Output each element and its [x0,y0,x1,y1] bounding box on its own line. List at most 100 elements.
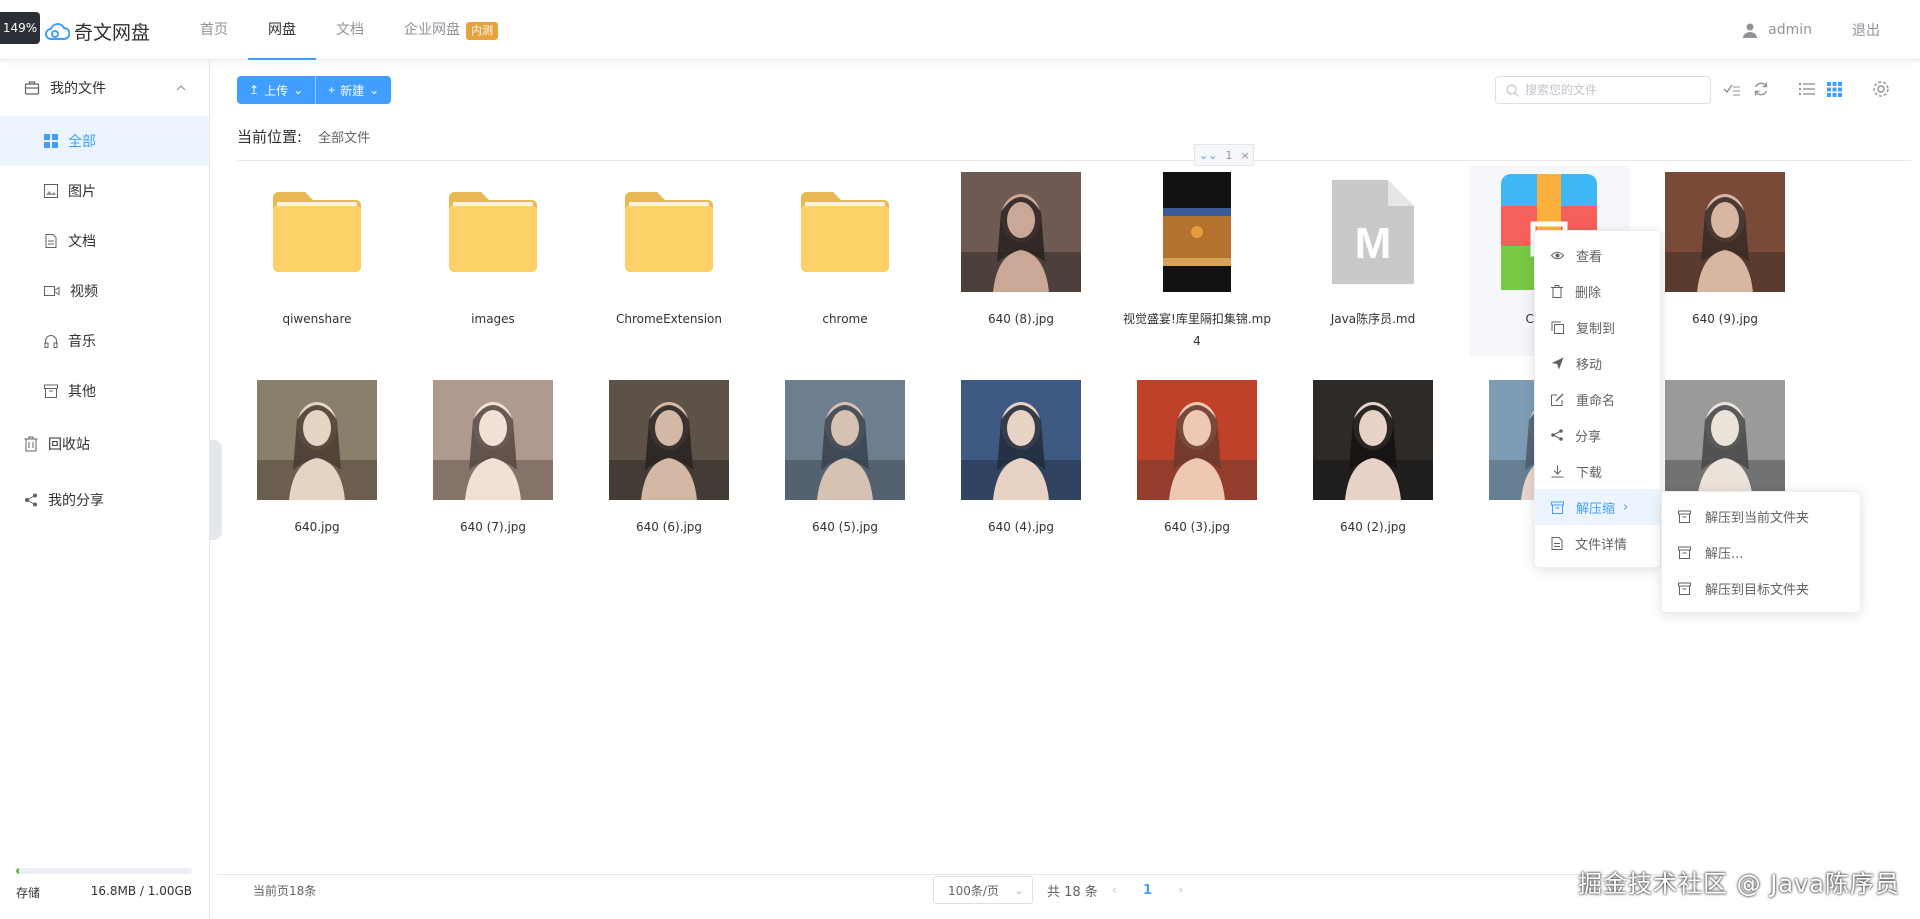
context-menu-item[interactable]: 查看 [1535,237,1660,273]
nav-enterprise-label: 企业网盘 [404,22,460,38]
file-item[interactable]: 640 (8).jpg [941,166,1101,356]
file-item[interactable]: 640 (2).jpg [1293,374,1453,564]
context-menu-label: 复制到 [1576,321,1616,337]
nav-docs[interactable]: 文档 [316,0,384,60]
app-logo[interactable]: 奇文网盘 [44,18,150,45]
sidebar-item-all[interactable]: 全部 [0,116,209,166]
markdown-file-icon-letter: M [1355,219,1392,268]
file-item[interactable]: 640 (7).jpg [413,374,573,564]
list-view-icon[interactable] [1799,82,1815,96]
file-thumbnail: M [1313,172,1433,292]
sidebar-my-share[interactable]: 我的分享 [0,472,209,528]
sidebar-item-videos[interactable]: 视频 [0,266,209,316]
eye-icon [1551,249,1564,262]
page-size-select[interactable]: 100条/页 ⌄ [933,876,1033,904]
file-thumbnail [1313,380,1433,500]
image-thumbnail [609,380,729,500]
upload-label: 上传 [264,83,289,98]
extract-submenu-item[interactable]: 解压到目标文件夹 [1662,570,1860,606]
chevron-double-down-icon[interactable]: ⌄⌄ [1195,149,1221,162]
context-menu-item[interactable]: 移动 [1535,345,1660,381]
sidebar-item-images[interactable]: 图片 [0,166,209,216]
batch-select-icon[interactable] [1723,81,1741,97]
file-item[interactable]: 视觉盛宴!库里隔扣集锦.mp4 [1117,166,1277,356]
nav-drive[interactable]: 网盘 [248,0,316,60]
sidebar-item-other[interactable]: 其他 [0,366,209,416]
file-thumbnail [257,380,377,500]
context-menu-label: 重命名 [1576,393,1616,409]
file-item[interactable]: M Java陈序员.md [1293,166,1453,356]
sidebar-item-music[interactable]: 音乐 [0,316,209,366]
chevron-down-icon: ⌄ [293,83,304,97]
extract-submenu: 解压到当前文件夹 解压... 解压到目标文件夹 [1661,491,1861,613]
image-thumbnail [785,380,905,500]
refresh-icon[interactable] [1753,81,1769,97]
file-name: 640 (8).jpg [987,312,1055,326]
user-icon [1743,23,1758,38]
breadcrumb-item[interactable]: 全部文件 [318,127,370,146]
sidebar-my-files-label: 我的文件 [50,81,106,97]
file-item[interactable]: 640 (3).jpg [1117,374,1277,564]
box-icon [1678,582,1691,595]
file-item[interactable]: ChromeExtension [589,166,749,356]
next-page-icon[interactable]: › [1178,883,1183,898]
file-item[interactable]: chrome [765,166,925,356]
sidebar-item-label: 全部 [68,134,96,150]
logout-link[interactable]: 退出 [1852,20,1880,40]
document-icon [1551,536,1563,550]
file-name: 视觉盛宴!库里隔扣集锦.mp4 [1123,312,1271,348]
file-name: Java陈序员.md [1330,312,1416,326]
context-menu-label: 删除 [1575,285,1602,301]
image-icon [44,184,58,198]
download-icon [1551,465,1564,478]
sidebar-item-label: 图片 [68,184,96,200]
file-thumbnail [1665,172,1785,292]
sidebar: 我的文件 全部 图片 文档 视频 音乐 其他 回收站 我的分享 存储 16.8M… [0,60,210,919]
file-thumbnail [609,172,729,292]
user-menu[interactable]: admin [1742,22,1812,38]
selection-chip: ⌄⌄ 1 × [1194,144,1254,166]
settings-gear-icon[interactable] [1872,80,1890,98]
image-thumbnail [433,380,553,500]
extract-submenu-item[interactable]: 解压... [1662,534,1860,570]
context-menu-label: 下载 [1576,465,1603,481]
file-item[interactable]: 640.jpg [237,374,397,564]
grid-view-icon[interactable] [1827,81,1842,97]
page-number[interactable]: 1 [1131,883,1164,898]
file-name: 640 (3).jpg [1163,520,1231,534]
search-icon [1506,83,1519,97]
breadcrumb: 当前位置: 全部文件 [237,126,370,147]
search-input[interactable] [1525,83,1705,97]
context-menu-item[interactable]: 文件详情 [1535,525,1660,561]
sidebar-my-files[interactable]: 我的文件 [0,60,209,116]
file-thumbnail [433,380,553,500]
context-menu-item[interactable]: 重命名 [1535,381,1660,417]
file-item[interactable]: qiwenshare [237,166,397,356]
file-item[interactable]: 640 (9).jpg [1645,166,1805,356]
file-item[interactable]: images [413,166,573,356]
file-item[interactable]: 640 (6).jpg [589,374,749,564]
context-menu-item[interactable]: 下载 [1535,453,1660,489]
sidebar-recycle-bin[interactable]: 回收站 [0,416,209,472]
extract-submenu-item[interactable]: 解压到当前文件夹 [1662,498,1860,534]
submenu-label: 解压到目标文件夹 [1705,582,1810,598]
prev-page-icon[interactable]: ‹ [1112,883,1117,898]
username: admin [1768,22,1812,38]
close-icon[interactable]: × [1236,149,1253,162]
image-thumbnail [1665,172,1785,292]
selection-count: 1 [1225,148,1233,162]
context-menu-item[interactable]: 复制到 [1535,309,1660,345]
file-item[interactable]: 640 (5).jpg [765,374,925,564]
sidebar-item-docs[interactable]: 文档 [0,216,209,266]
new-button[interactable]: + 新建 ⌄ [316,76,392,104]
upload-button[interactable]: ↥ 上传 ⌄ [237,76,317,104]
file-name: 640 (4).jpg [987,520,1055,534]
cloud-logo-icon [45,22,70,40]
context-menu-item[interactable]: 删除 [1535,273,1660,309]
context-menu-item[interactable]: 分享 [1535,417,1660,453]
file-item[interactable]: 640 (4).jpg [941,374,1101,564]
context-menu-item[interactable]: 解压缩 › [1535,489,1660,525]
image-thumbnail [1313,380,1433,500]
nav-enterprise[interactable]: 企业网盘 内测 [384,0,518,60]
nav-home[interactable]: 首页 [180,0,248,60]
